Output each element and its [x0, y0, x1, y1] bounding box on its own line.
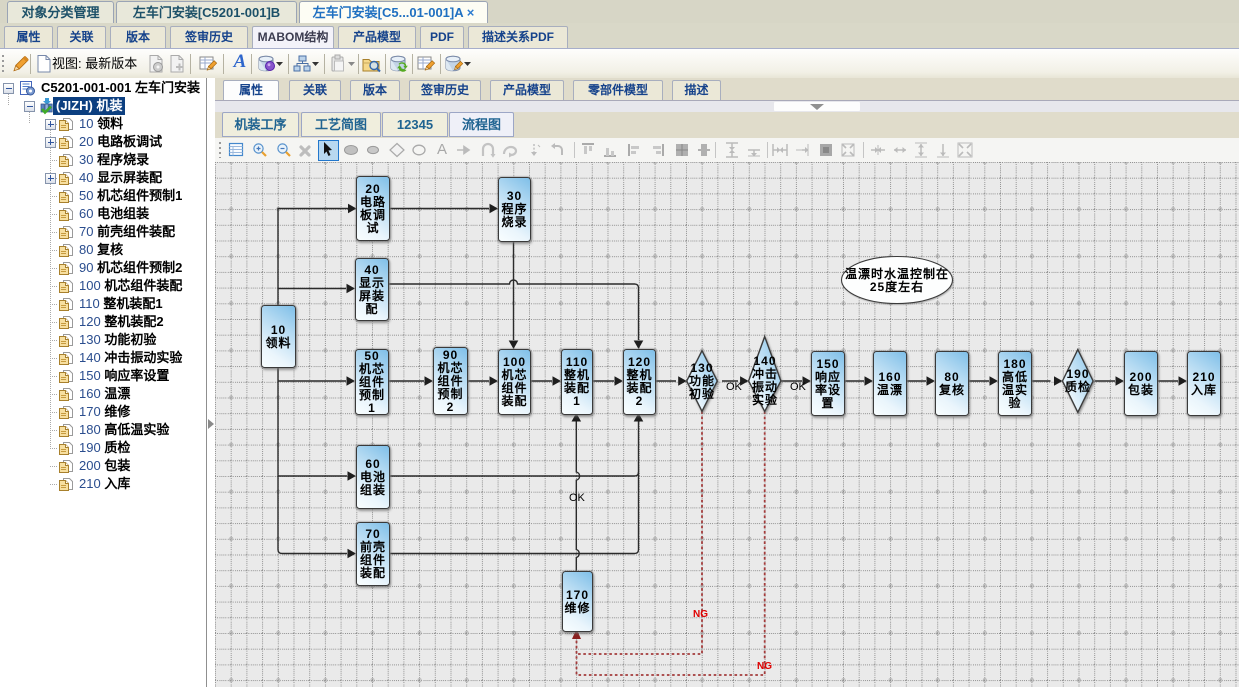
svg-text:OK: OK: [726, 381, 743, 393]
svg-text:NG: NG: [757, 661, 772, 672]
svg-text:NG: NG: [693, 609, 708, 620]
svg-text:OK: OK: [569, 492, 586, 504]
svg-text:OK: OK: [790, 381, 807, 393]
